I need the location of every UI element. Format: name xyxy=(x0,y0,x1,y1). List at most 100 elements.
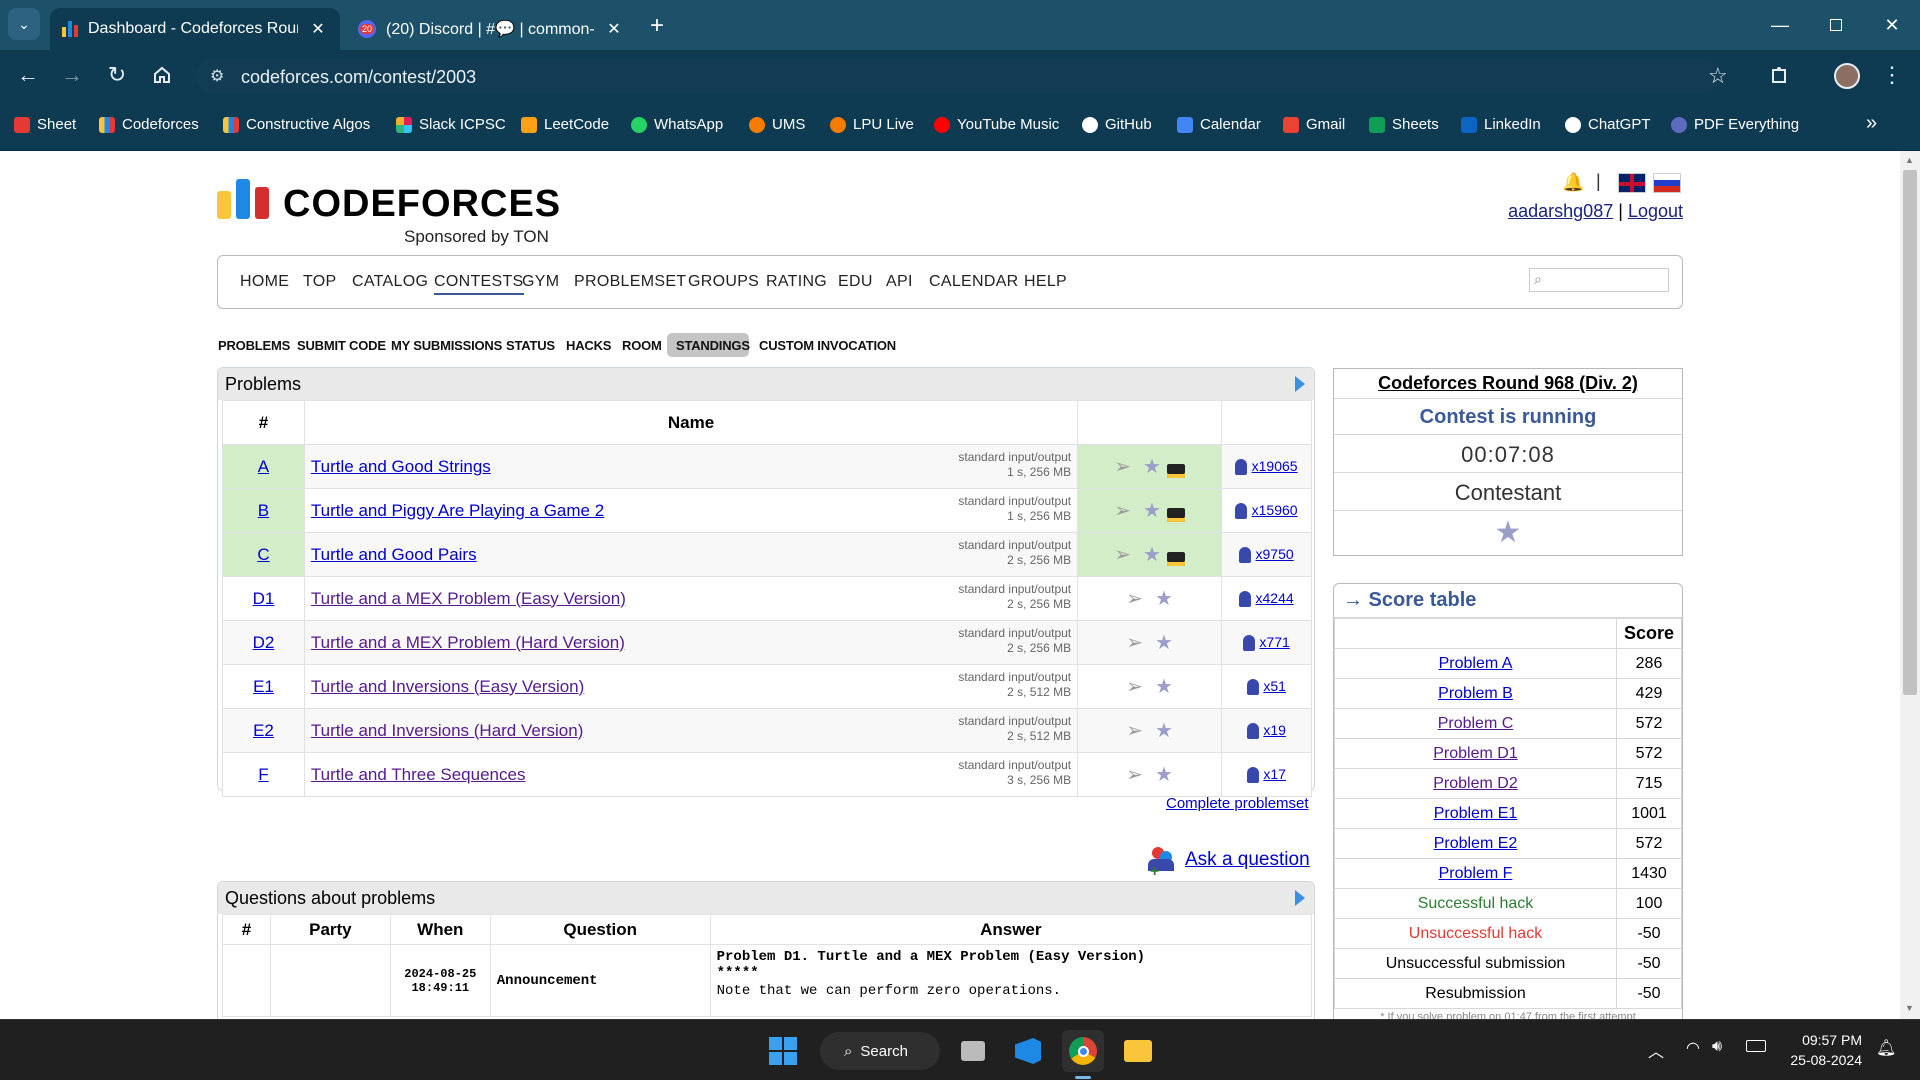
bookmark-leetcode[interactable]: LeetCode xyxy=(521,116,609,133)
restore-button[interactable] xyxy=(1808,0,1864,50)
tab-search-button[interactable]: ⌄ xyxy=(8,8,40,40)
problem-index-link[interactable]: E1 xyxy=(253,677,274,696)
english-flag-icon[interactable] xyxy=(1618,173,1646,193)
favourite-star-icon[interactable]: ★ xyxy=(1143,500,1161,522)
battery-icon[interactable] xyxy=(1746,1040,1766,1052)
lock-icon[interactable] xyxy=(1166,508,1185,523)
score-problem-link[interactable]: Problem D1 xyxy=(1433,745,1517,762)
submit-paper-plane-icon[interactable]: ➢ xyxy=(1126,720,1143,742)
submit-paper-plane-icon[interactable]: ➢ xyxy=(1126,632,1143,654)
problem-name-link[interactable]: Turtle and a MEX Problem (Easy Version) xyxy=(311,589,626,608)
bookmark-youtube-music[interactable]: YouTube Music xyxy=(934,116,1059,133)
bookmark-ums[interactable]: UMS xyxy=(749,116,805,133)
vscode-button[interactable] xyxy=(1007,1030,1049,1072)
submenu-submit-code[interactable]: SUBMIT CODE xyxy=(297,338,386,353)
scroll-down-icon[interactable]: ▼ xyxy=(1905,1003,1914,1013)
unlocked-icon[interactable] xyxy=(1166,552,1185,567)
extensions-button[interactable] xyxy=(1764,59,1796,91)
ask-question-link[interactable]: Ask a question xyxy=(1185,849,1310,871)
menu-api[interactable]: API xyxy=(886,273,913,291)
submenu-room[interactable]: ROOM xyxy=(622,338,662,353)
problem-index-link[interactable]: F xyxy=(258,765,268,784)
submenu-custom-invocation[interactable]: CUSTOM INVOCATION xyxy=(759,338,896,353)
expand-arrow-icon[interactable] xyxy=(1295,376,1305,392)
bookmark-slack-icpsc[interactable]: Slack ICPSC xyxy=(396,116,506,133)
favourite-star-icon[interactable]: ★ xyxy=(1155,764,1173,786)
clock[interactable]: 09:57 PM 25-08-2024 xyxy=(1782,1030,1862,1070)
start-button[interactable] xyxy=(762,1030,804,1072)
menu-problemset[interactable]: PROBLEMSET xyxy=(574,273,686,291)
solved-count-link[interactable]: x15960 xyxy=(1252,502,1298,518)
submenu-problems[interactable]: PROBLEMS xyxy=(218,338,290,353)
show-hidden-icons-button[interactable]: ︿ xyxy=(1648,1038,1664,1062)
site-info-icon[interactable]: ⚙ xyxy=(210,66,224,86)
browser-tab-codeforces[interactable]: Dashboard - Codeforces Round ✕ xyxy=(50,8,340,50)
scroll-up-icon[interactable]: ▲ xyxy=(1905,155,1914,165)
favourite-star-icon[interactable]: ★ xyxy=(1155,720,1173,742)
solved-count-link[interactable]: x19065 xyxy=(1252,458,1298,474)
bookmark-whatsapp[interactable]: WhatsApp xyxy=(631,116,723,133)
logout-link[interactable]: Logout xyxy=(1628,201,1683,221)
menu-top[interactable]: TOP xyxy=(303,273,337,291)
reload-button[interactable]: ↻ xyxy=(101,59,133,91)
solved-count-link[interactable]: x4244 xyxy=(1256,590,1294,606)
back-button[interactable]: ← xyxy=(12,59,44,91)
site-search-input[interactable]: ⌕ xyxy=(1529,268,1669,292)
menu-home[interactable]: HOME xyxy=(240,273,289,291)
bookmark-star-icon[interactable]: ☆ xyxy=(1708,63,1728,89)
bookmark-constructive-algos[interactable]: Constructive Algos xyxy=(223,116,370,133)
scrollbar-thumb[interactable] xyxy=(1903,170,1917,695)
problem-index-link[interactable]: D1 xyxy=(253,589,275,608)
new-tab-button[interactable]: + xyxy=(650,12,664,40)
contest-name-link[interactable]: Codeforces Round 968 (Div. 2) xyxy=(1378,373,1638,393)
favourite-star-icon[interactable]: ★ xyxy=(1143,456,1161,478)
problem-index-link[interactable]: C xyxy=(257,545,269,564)
menu-contests[interactable]: CONTESTS xyxy=(434,273,524,295)
problem-name-link[interactable]: Turtle and a MEX Problem (Hard Version) xyxy=(311,633,625,652)
username-link[interactable]: aadarshg087 xyxy=(1508,201,1613,221)
submit-paper-plane-icon[interactable]: ➢ xyxy=(1114,456,1131,478)
menu-help[interactable]: HELP xyxy=(1024,273,1067,291)
score-problem-link[interactable]: Problem C xyxy=(1438,715,1514,732)
tab-close-icon[interactable]: ✕ xyxy=(308,19,328,39)
chrome-menu-button[interactable]: ⋮ xyxy=(1876,59,1908,91)
problem-index-link[interactable]: D2 xyxy=(253,633,275,652)
close-window-button[interactable]: ✕ xyxy=(1864,0,1920,50)
submit-paper-plane-icon[interactable]: ➢ xyxy=(1126,676,1143,698)
complete-problemset-link[interactable]: Complete problemset xyxy=(1166,795,1309,812)
submit-paper-plane-icon[interactable]: ➢ xyxy=(1126,588,1143,610)
favourite-star-icon[interactable]: ★ xyxy=(1334,511,1682,555)
favourite-star-icon[interactable]: ★ xyxy=(1155,676,1173,698)
favourite-star-icon[interactable]: ★ xyxy=(1155,588,1173,610)
solved-count-link[interactable]: x51 xyxy=(1263,678,1286,694)
bookmark-gmail[interactable]: Gmail xyxy=(1283,116,1345,133)
bookmark-linkedin[interactable]: LinkedIn xyxy=(1461,116,1541,133)
bookmark-pdf-everything[interactable]: PDF Everything xyxy=(1671,116,1799,133)
home-button[interactable] xyxy=(146,59,178,91)
taskbar-search[interactable]: ⌕ Search xyxy=(820,1032,940,1070)
problem-index-link[interactable]: A xyxy=(258,457,269,476)
notification-bell-icon[interactable]: 🔔︎ xyxy=(1876,1038,1896,1058)
minimize-button[interactable]: — xyxy=(1752,0,1808,50)
chrome-button[interactable] xyxy=(1062,1030,1104,1072)
menu-gym[interactable]: GYM xyxy=(522,273,559,291)
volume-icon[interactable]: 🔊︎ xyxy=(1712,1038,1722,1056)
profile-avatar[interactable] xyxy=(1834,63,1860,89)
submenu-hacks[interactable]: HACKS xyxy=(566,338,611,353)
bookmark-sheets[interactable]: Sheets xyxy=(1369,116,1439,133)
bookmark-github[interactable]: GitHub xyxy=(1082,116,1152,133)
ask-question-icon[interactable]: + xyxy=(1148,847,1176,880)
expand-arrow-icon[interactable] xyxy=(1295,890,1305,906)
menu-rating[interactable]: RATING xyxy=(766,273,827,291)
bookmark-chatgpt[interactable]: ChatGPT xyxy=(1565,116,1651,133)
notifications-bell-icon[interactable]: 🔔 xyxy=(1562,172,1584,193)
solved-count-link[interactable]: x771 xyxy=(1259,634,1289,650)
address-bar[interactable]: ⚙ codeforces.com/contest/2003 ☆ xyxy=(196,58,1728,94)
score-problem-link[interactable]: Problem F xyxy=(1439,865,1513,882)
solved-count-link[interactable]: x9750 xyxy=(1256,546,1294,562)
file-explorer-button[interactable] xyxy=(1117,1030,1159,1072)
wifi-icon[interactable]: ◠ xyxy=(1686,1038,1700,1058)
bookmark-sheet[interactable]: Sheet xyxy=(14,116,76,133)
menu-catalog[interactable]: CATALOG xyxy=(352,273,428,291)
submenu-status[interactable]: STATUS xyxy=(506,338,555,353)
